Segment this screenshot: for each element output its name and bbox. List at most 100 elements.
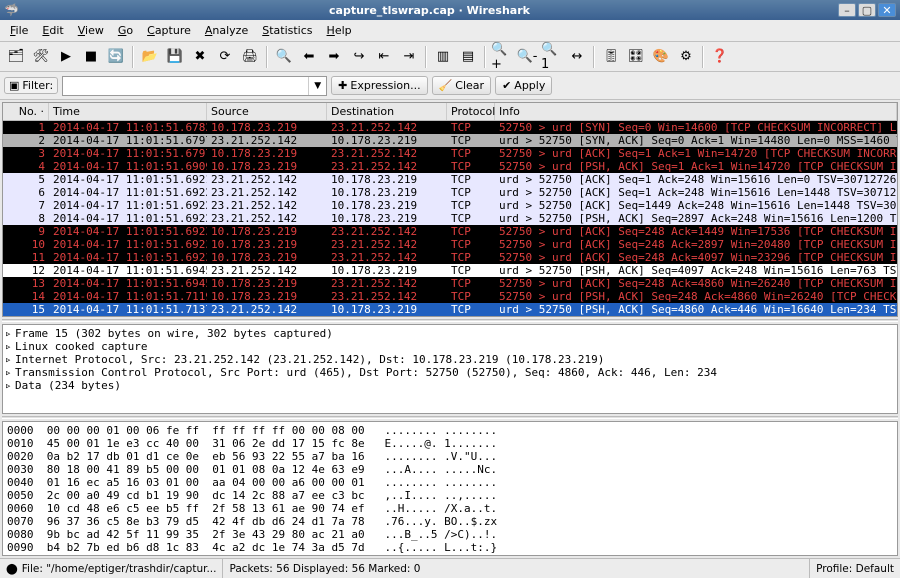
detail-row[interactable]: ▹Data (234 bytes) (5, 379, 895, 392)
packet-list[interactable]: No. · Time Source Destination Protocol I… (2, 102, 898, 317)
status-profile-text: Profile: Default (816, 563, 894, 575)
coloring-rules-icon[interactable]: 🎨 (649, 45, 673, 69)
packet-row[interactable]: 132014-04-17 11:01:51.69457710.178.23.21… (3, 277, 897, 290)
packet-row[interactable]: 152014-04-17 11:01:51.71370523.21.252.14… (3, 303, 897, 316)
resize-cols-icon[interactable]: ↔ (565, 45, 589, 69)
col-time[interactable]: Time (49, 103, 207, 120)
find-icon[interactable]: 🔍 (272, 45, 296, 69)
packet-row[interactable]: 162014-04-17 11:01:51.72044723.21.252.14… (3, 316, 897, 317)
filter-dropdown-icon[interactable]: ▼ (308, 77, 326, 95)
packet-row[interactable]: 112014-04-17 11:01:51.69236910.178.23.21… (3, 251, 897, 264)
toolbar-separator (484, 46, 486, 68)
filter-icon: ▣ (9, 79, 19, 92)
go-to-icon[interactable]: ↪ (347, 45, 371, 69)
expression-button[interactable]: ✚ Expression... (331, 76, 427, 95)
packet-list-header: No. · Time Source Destination Protocol I… (3, 103, 897, 121)
filter-label-button[interactable]: ▣ Filter: (4, 77, 58, 94)
stop-capture-icon[interactable]: ■ (79, 45, 103, 69)
col-dst[interactable]: Destination (327, 103, 447, 120)
packet-row[interactable]: 122014-04-17 11:01:51.69452523.21.252.14… (3, 264, 897, 277)
filter-input-container: ▼ (62, 76, 327, 96)
menu-analyze[interactable]: Analyze (199, 22, 254, 39)
splitter-2[interactable] (2, 416, 898, 419)
window-title: capture_tlswrap.cap · Wireshark (23, 4, 836, 17)
packet-row[interactable]: 42014-04-17 11:01:51.69094710.178.23.219… (3, 160, 897, 173)
toolbar-separator (702, 46, 704, 68)
go-first-icon[interactable]: ⇤ (372, 45, 396, 69)
close-button[interactable]: ✕ (878, 3, 896, 17)
expand-icon[interactable]: ▹ (5, 327, 15, 340)
window-titlebar: 🦈 capture_tlswrap.cap · Wireshark – ▢ ✕ (0, 0, 900, 20)
save-icon[interactable]: 💾 (163, 45, 187, 69)
toolbar-separator (425, 46, 427, 68)
statusbar: ⬤ File: "/home/eptiger/trashdir/captur..… (0, 558, 900, 578)
start-capture-icon[interactable]: ▶ (54, 45, 78, 69)
status-file: ⬤ File: "/home/eptiger/trashdir/captur..… (0, 559, 223, 578)
print-icon[interactable]: 🖨 (238, 45, 262, 69)
zoom-reset-icon[interactable]: 🔍1 (540, 45, 564, 69)
menu-statistics[interactable]: Statistics (256, 22, 318, 39)
detail-row[interactable]: ▹Transmission Control Protocol, Src Port… (5, 366, 895, 379)
status-icon: ⬤ (6, 563, 18, 575)
expand-icon[interactable]: ▹ (5, 366, 15, 379)
expand-icon[interactable]: ▹ (5, 379, 15, 392)
expand-icon[interactable]: ▹ (5, 340, 15, 353)
status-packets: Packets: 56 Displayed: 56 Marked: 0 (223, 559, 810, 578)
packet-row[interactable]: 12014-04-17 11:01:51.67822610.178.23.219… (3, 121, 897, 134)
packet-row[interactable]: 62014-04-17 11:01:51.69224123.21.252.142… (3, 186, 897, 199)
go-forward-icon[interactable]: ➡ (322, 45, 346, 69)
packet-bytes[interactable]: 0000 00 00 00 01 00 06 fe ff ff ff ff ff… (2, 421, 898, 556)
prefs-icon[interactable]: ⚙ (674, 45, 698, 69)
capture-filters-icon[interactable]: 🎚 (599, 45, 623, 69)
packet-row[interactable]: 52014-04-17 11:01:51.69219923.21.252.142… (3, 173, 897, 186)
interfaces-icon[interactable]: 🗂 (4, 45, 28, 69)
detail-row[interactable]: ▹Linux cooked capture (5, 340, 895, 353)
splitter-1[interactable] (2, 319, 898, 322)
col-proto[interactable]: Protocol (447, 103, 495, 120)
filter-input[interactable] (63, 77, 308, 95)
toolbar-separator (266, 46, 268, 68)
packet-row[interactable]: 22014-04-17 11:01:51.67976423.21.252.142… (3, 134, 897, 147)
menu-help[interactable]: Help (321, 22, 358, 39)
menu-go[interactable]: Go (112, 22, 139, 39)
col-info[interactable]: Info (495, 103, 897, 120)
apply-button[interactable]: ✔ Apply (495, 76, 552, 95)
menu-view[interactable]: View (72, 22, 110, 39)
colorize-icon[interactable]: ▥ (431, 45, 455, 69)
col-no[interactable]: No. · (3, 103, 49, 120)
clear-button[interactable]: 🧹 Clear (432, 76, 491, 95)
packet-row[interactable]: 32014-04-17 11:01:51.67979010.178.23.219… (3, 147, 897, 160)
close-icon[interactable]: ✖ (188, 45, 212, 69)
menu-edit[interactable]: Edit (36, 22, 69, 39)
reload-icon[interactable]: ⟳ (213, 45, 237, 69)
menu-file[interactable]: File (4, 22, 34, 39)
clear-label: Clear (455, 79, 484, 92)
go-last-icon[interactable]: ⇥ (397, 45, 421, 69)
help-icon[interactable]: ❓ (708, 45, 732, 69)
apply-label: Apply (514, 79, 545, 92)
auto-scroll-icon[interactable]: ▤ (456, 45, 480, 69)
col-src[interactable]: Source (207, 103, 327, 120)
go-back-icon[interactable]: ⬅ (297, 45, 321, 69)
filter-label-text: Filter: (22, 79, 53, 92)
menu-capture[interactable]: Capture (141, 22, 197, 39)
apply-icon: ✔ (502, 79, 511, 92)
packet-row[interactable]: 92014-04-17 11:01:51.69234710.178.23.219… (3, 225, 897, 238)
zoom-in-icon[interactable]: 🔍+ (490, 45, 514, 69)
packet-row[interactable]: 82014-04-17 11:01:51.69225323.21.252.142… (3, 212, 897, 225)
restart-icon[interactable]: 🔄 (104, 45, 128, 69)
minimize-button[interactable]: – (838, 3, 856, 17)
packet-details[interactable]: ▹Frame 15 (302 bytes on wire, 302 bytes … (2, 324, 898, 414)
expand-icon[interactable]: ▹ (5, 353, 15, 366)
detail-row[interactable]: ▹Frame 15 (302 bytes on wire, 302 bytes … (5, 327, 895, 340)
packet-row[interactable]: 142014-04-17 11:01:51.71194110.178.23.21… (3, 290, 897, 303)
display-filters-icon[interactable]: 🎛 (624, 45, 648, 69)
options-icon[interactable]: 🛠 (29, 45, 53, 69)
detail-row[interactable]: ▹Internet Protocol, Src: 23.21.252.142 (… (5, 353, 895, 366)
open-icon[interactable]: 📂 (138, 45, 162, 69)
zoom-out-icon[interactable]: 🔍- (515, 45, 539, 69)
packet-row[interactable]: 72014-04-17 11:01:51.69224923.21.252.142… (3, 199, 897, 212)
maximize-button[interactable]: ▢ (858, 3, 876, 17)
packet-row[interactable]: 102014-04-17 11:01:51.69236210.178.23.21… (3, 238, 897, 251)
clear-icon: 🧹 (439, 79, 453, 92)
